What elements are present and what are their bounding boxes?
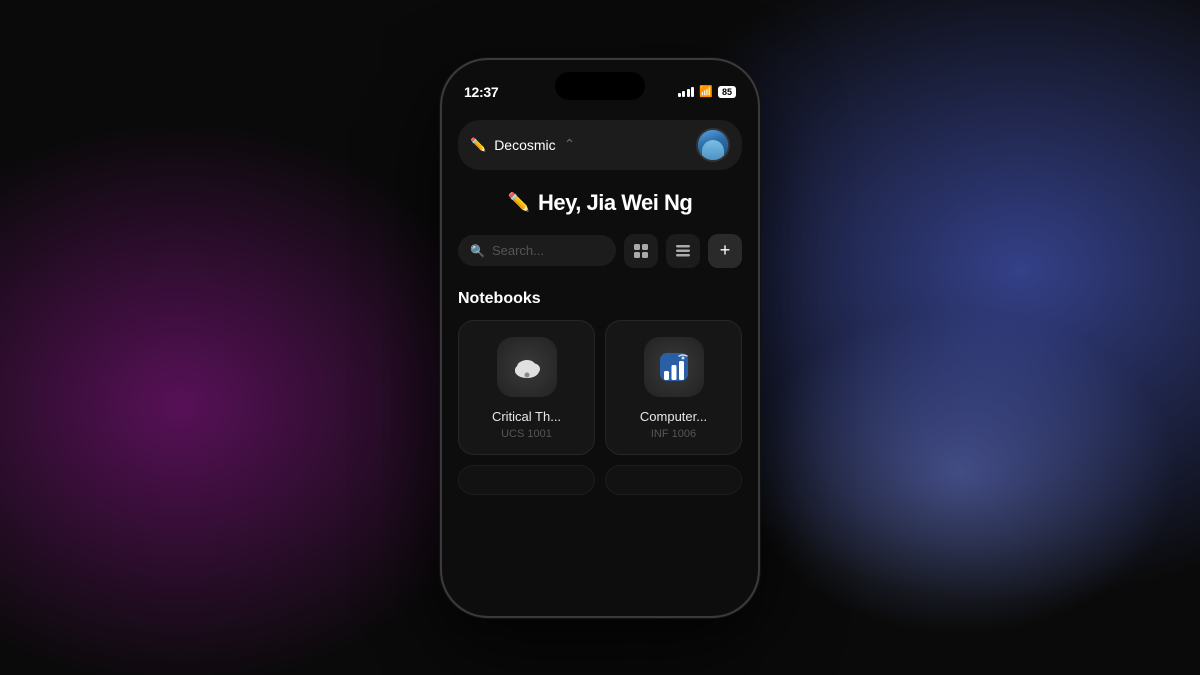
search-bar[interactable]: 🔍 Search... — [458, 235, 616, 266]
notebook-2-icon-wrap — [644, 337, 704, 397]
search-icon: 🔍 — [470, 244, 485, 258]
phone-device: 12:37 📶 85 ✏️ Decosm — [440, 58, 760, 618]
search-placeholder: Search... — [492, 243, 544, 258]
phone-content: ✏️ Decosmic ⌃ ✏️ Hey, Jia Wei Ng 🔍 — [442, 110, 758, 616]
phone-screen: 12:37 📶 85 ✏️ Decosm — [442, 60, 758, 616]
workspace-bar[interactable]: ✏️ Decosmic ⌃ — [458, 120, 742, 170]
notebook-2-subtitle: INF 1006 — [651, 428, 696, 440]
notebook-1-title: Critical Th... — [492, 409, 561, 424]
add-icon: + — [720, 240, 731, 261]
battery-icon: 85 — [718, 86, 736, 98]
cloud-icon — [509, 349, 545, 385]
list-view-button[interactable] — [666, 234, 700, 268]
grid-view-button[interactable] — [624, 234, 658, 268]
workspace-edit-icon: ✏️ — [470, 137, 486, 153]
greeting-icon: ✏️ — [508, 192, 530, 213]
status-icons: 📶 85 — [678, 85, 736, 98]
avatar[interactable] — [696, 128, 730, 162]
notebooks-section: Notebooks — [458, 290, 742, 495]
signal-icon — [678, 87, 695, 97]
greeting-section: ✏️ Hey, Jia Wei Ng — [458, 190, 742, 216]
workspace-left: ✏️ Decosmic ⌃ — [470, 136, 575, 153]
notebook-1-icon-wrap — [497, 337, 557, 397]
add-button[interactable]: + — [708, 234, 742, 268]
notebooks-bottom-row — [458, 465, 742, 495]
avatar-silhouette — [702, 140, 724, 162]
notebooks-title: Notebooks — [458, 290, 742, 308]
notebook-1-subtitle: UCS 1001 — [501, 428, 552, 440]
notebooks-grid: Critical Th... UCS 1001 — [458, 320, 742, 455]
search-row: 🔍 Search... — [458, 234, 742, 268]
status-time: 12:37 — [464, 84, 498, 100]
dynamic-island — [555, 72, 645, 100]
greeting-text: Hey, Jia Wei Ng — [538, 190, 692, 216]
notebook-card-1[interactable]: Critical Th... UCS 1001 — [458, 320, 595, 455]
wifi-icon: 📶 — [699, 85, 713, 98]
workspace-chevron-icon: ⌃ — [564, 136, 576, 153]
grid-icon — [633, 243, 649, 259]
notebook-card-3-partial — [458, 465, 595, 495]
workspace-name: Decosmic — [494, 137, 555, 153]
notebook-card-2[interactable]: Computer... INF 1006 — [605, 320, 742, 455]
avatar-image — [698, 130, 728, 160]
notebook-2-title: Computer... — [640, 409, 707, 424]
list-icon — [675, 245, 691, 257]
notebook-card-4-partial — [605, 465, 742, 495]
chart-icon — [656, 349, 692, 385]
